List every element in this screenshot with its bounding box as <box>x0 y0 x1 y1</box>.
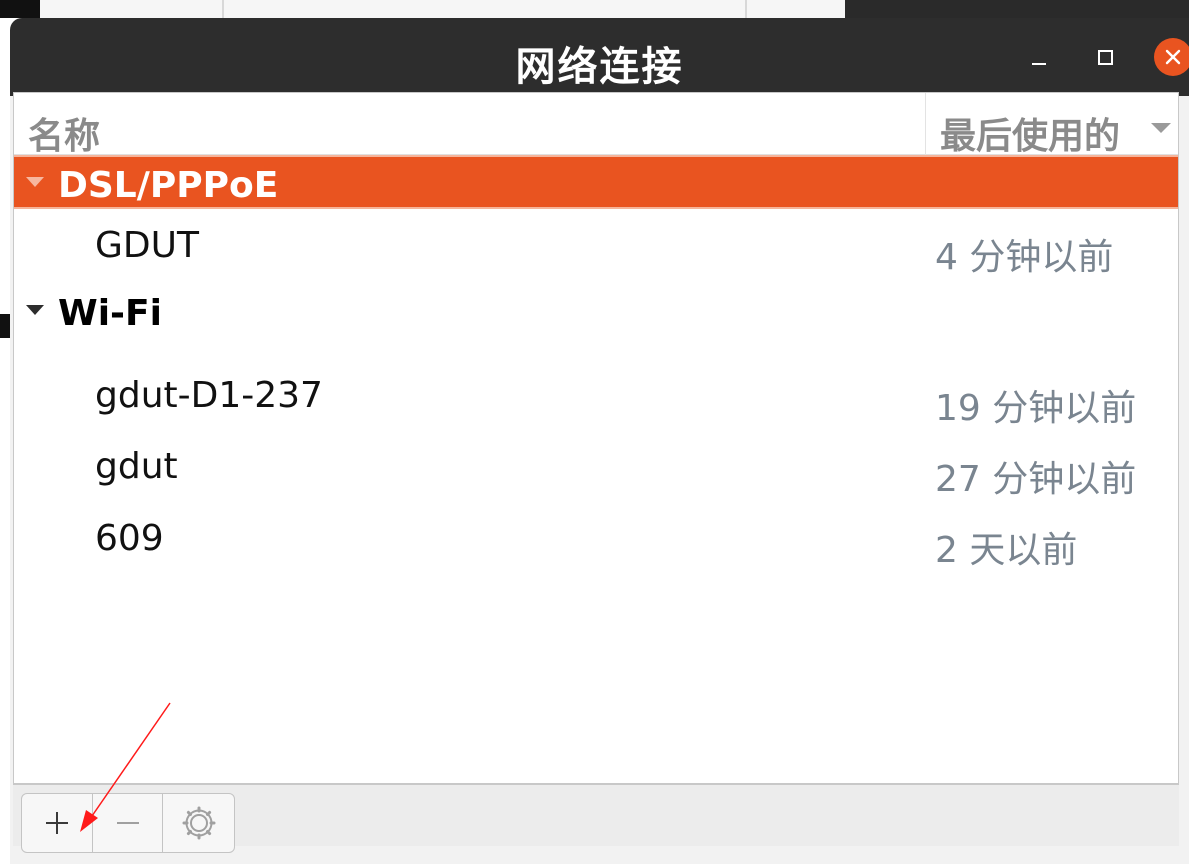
connection-last-used: 19 分钟以前 <box>935 388 1137 429</box>
connection-name: gdut-D1-237 <box>95 375 323 416</box>
gear-icon <box>182 806 216 840</box>
title-bar[interactable]: 网络连接 <box>10 18 1189 96</box>
remove-connection-button[interactable] <box>93 794 164 852</box>
expander-down-icon[interactable] <box>26 305 44 317</box>
connection-row-609[interactable]: 609 2 天以前 <box>14 505 1178 577</box>
expander-down-icon[interactable] <box>26 177 44 189</box>
connection-row-gdut[interactable]: gdut 27 分钟以前 <box>14 433 1178 505</box>
connection-name: 609 <box>95 518 164 559</box>
column-header-last-used[interactable]: 最后使用的 <box>940 107 1120 159</box>
edit-connection-button[interactable] <box>163 794 234 852</box>
connection-last-used: 27 分钟以前 <box>935 459 1137 500</box>
background-dark-region-right <box>845 0 1189 18</box>
background-dark-region <box>0 0 40 18</box>
connection-row-gdut[interactable]: GDUT 4 分钟以前 <box>14 211 1178 278</box>
plus-icon <box>45 812 68 834</box>
minimize-icon <box>1032 63 1046 65</box>
window-title: 网络连接 <box>515 44 684 90</box>
group-label: Wi-Fi <box>58 293 162 334</box>
bottom-toolbar <box>13 784 1179 853</box>
background-divider <box>745 0 747 18</box>
maximize-icon <box>1097 49 1113 65</box>
background-divider <box>222 0 224 18</box>
close-icon <box>1165 49 1181 65</box>
toolbar-button-group <box>21 793 235 853</box>
minus-icon <box>116 822 139 824</box>
sort-descending-icon[interactable] <box>1151 123 1171 135</box>
column-divider <box>925 93 926 155</box>
connection-name: GDUT <box>95 225 199 266</box>
column-header-name[interactable]: 名称 <box>28 107 100 159</box>
group-row-dsl-pppoe[interactable]: DSL/PPPoE <box>14 155 1178 209</box>
group-row-wifi[interactable]: Wi-Fi <box>14 285 1178 339</box>
connections-list[interactable]: 名称 最后使用的 DSL/PPPoE GDUT 4 分钟以前 Wi-Fi gdu… <box>13 92 1179 784</box>
list-header: 名称 最后使用的 <box>14 93 1178 157</box>
connection-last-used: 2 天以前 <box>935 530 1078 571</box>
group-label: DSL/PPPoE <box>58 165 279 206</box>
connection-last-used: 4 分钟以前 <box>935 237 1114 278</box>
minimize-button[interactable] <box>1020 38 1058 76</box>
add-connection-button[interactable] <box>22 794 93 852</box>
maximize-button[interactable] <box>1086 38 1124 76</box>
connection-row-gdut-d1-237[interactable]: gdut-D1-237 19 分钟以前 <box>14 363 1178 433</box>
connection-name: gdut <box>95 446 178 487</box>
close-button[interactable] <box>1154 38 1189 76</box>
